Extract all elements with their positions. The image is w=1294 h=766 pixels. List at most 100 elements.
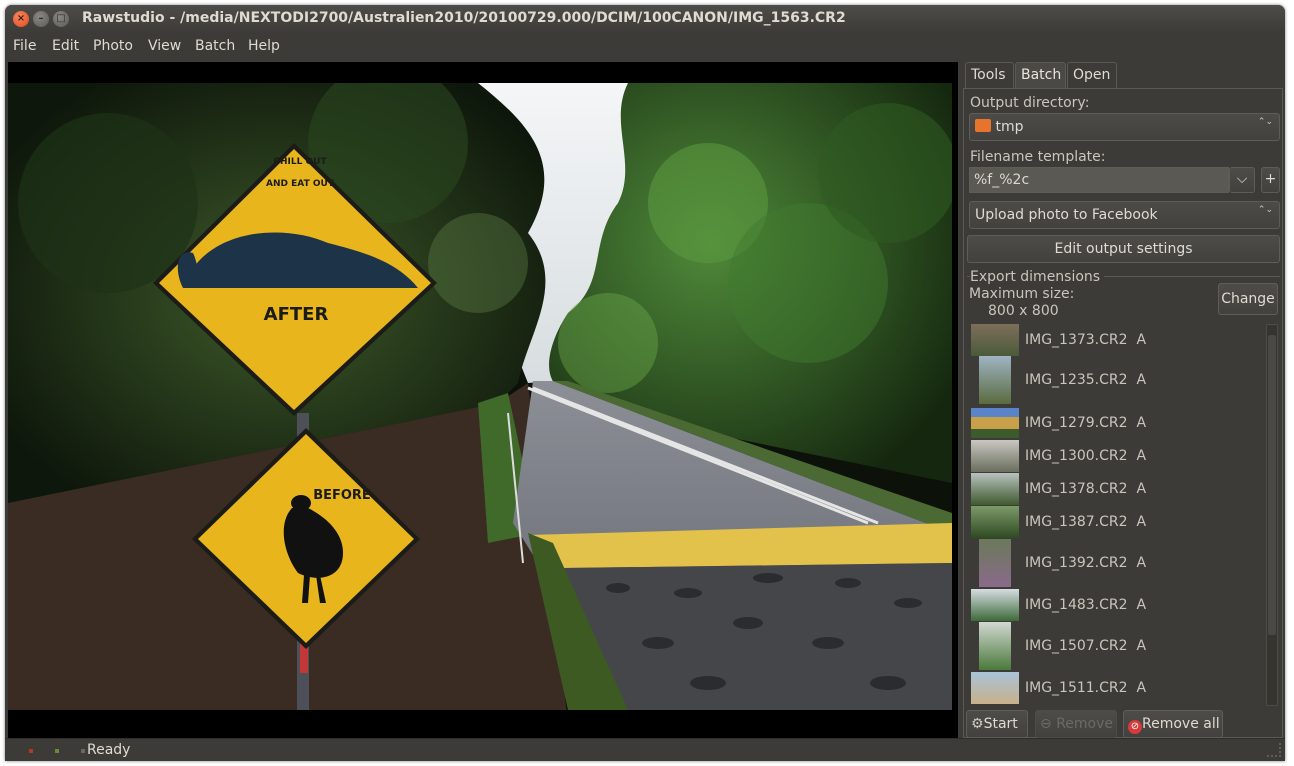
change-size-button[interactable]: Change — [1218, 283, 1278, 315]
status-indicator-icon — [55, 749, 59, 753]
remove-all-button[interactable]: ⊘ Remove all — [1123, 710, 1223, 738]
list-item[interactable]: IMG_1373.CR2 A — [971, 324, 1271, 356]
thumbnail — [979, 356, 1011, 404]
queue-item-label: IMG_1373.CR2 A — [1025, 332, 1146, 348]
status-indicator-icon — [81, 749, 85, 753]
updown-icon: ⌃⌄ — [1257, 117, 1273, 127]
queue-item-name: IMG_1235.CR2 — [1025, 372, 1128, 388]
menu-view[interactable]: View — [148, 38, 181, 54]
status-indicator-icon — [29, 749, 33, 753]
thumbnail — [971, 324, 1019, 356]
menu-edit[interactable]: Edit — [52, 38, 79, 54]
sign-bottom-word: BEFORE — [313, 488, 371, 503]
remove-all-icon: ⊘ — [1128, 720, 1142, 734]
remove-label: Remove — [1056, 716, 1114, 732]
side-panel: Tools Batch Open Output directory: tmp ⌃… — [961, 60, 1285, 740]
close-icon: × — [16, 13, 26, 24]
maximize-window-button[interactable]: □ — [53, 11, 69, 27]
menu-file[interactable]: File — [13, 38, 36, 54]
queue-item-name: IMG_1392.CR2 — [1025, 555, 1128, 571]
updown-icon: ⌃⌄ — [1257, 205, 1273, 215]
sign-top-word: AFTER — [264, 304, 329, 325]
app-window: × – □ Rawstudio - /media/NEXTODI2700/Aus… — [5, 5, 1285, 761]
minimize-icon: – — [38, 13, 44, 24]
list-item[interactable]: IMG_1392.CR2 A — [971, 539, 1271, 587]
close-window-button[interactable]: × — [13, 11, 29, 27]
add-template-button[interactable]: + — [1261, 167, 1280, 193]
queue-item-setting: A — [1136, 638, 1147, 654]
list-item[interactable]: IMG_1511.CR2 A — [971, 672, 1271, 704]
menu-help[interactable]: Help — [248, 38, 280, 54]
thumbnail — [971, 473, 1019, 505]
output-directory-chooser[interactable]: tmp ⌃⌄ — [969, 113, 1280, 141]
tab-batch[interactable]: Batch — [1015, 62, 1066, 88]
thumbnail — [979, 622, 1011, 670]
menu-photo[interactable]: Photo — [93, 38, 133, 54]
remove-all-label: Remove all — [1142, 716, 1220, 732]
window-title: Rawstudio - /media/NEXTODI2700/Australie… — [82, 10, 846, 26]
export-dimensions-label: Export dimensions — [970, 269, 1105, 285]
queue-item-setting: A — [1136, 597, 1147, 613]
upload-target-value: Upload photo to Facebook — [975, 207, 1158, 223]
thumbnail — [971, 589, 1019, 621]
maximum-size-label: Maximum size: — [969, 286, 1075, 302]
image-viewer[interactable]: CHILL OUT AND EAT OUT AFTER BEFORE — [8, 62, 958, 741]
resize-grip-icon[interactable] — [1267, 743, 1281, 757]
queue-item-label: IMG_1378.CR2 A — [1025, 481, 1146, 497]
output-directory-label: Output directory: — [970, 95, 1090, 111]
start-label: Start — [983, 716, 1018, 732]
list-item[interactable]: IMG_1387.CR2 A — [971, 506, 1271, 538]
menu-batch[interactable]: Batch — [195, 38, 235, 54]
queue-item-label: IMG_1507.CR2 A — [1025, 638, 1146, 654]
queue-item-name: IMG_1378.CR2 — [1025, 481, 1128, 497]
queue-item-name: IMG_1373.CR2 — [1025, 332, 1128, 348]
queue-item-name: IMG_1483.CR2 — [1025, 597, 1128, 613]
status-bar: Ready — [5, 738, 1285, 761]
maximum-size-value: 800 x 800 — [988, 303, 1059, 319]
batch-queue-list[interactable]: IMG_1373.CR2 A IMG_1235.CR2 A IMG_1279.C… — [971, 324, 1271, 706]
queue-item-setting: A — [1136, 680, 1147, 696]
queue-item-name: IMG_1279.CR2 — [1025, 415, 1128, 431]
upload-target-select[interactable]: Upload photo to Facebook ⌃⌄ — [969, 201, 1280, 229]
menu-bar: File Edit Photo View Batch Help — [5, 33, 1285, 60]
template-dropdown-button[interactable]: ⌵ — [1229, 167, 1255, 193]
list-item[interactable]: IMG_1235.CR2 A — [971, 356, 1271, 404]
edit-output-settings-button[interactable]: Edit output settings — [967, 235, 1280, 263]
list-item[interactable]: IMG_1378.CR2 A — [971, 473, 1271, 505]
list-item[interactable]: IMG_1279.CR2 A — [971, 406, 1271, 440]
minimize-window-button[interactable]: – — [33, 11, 49, 27]
list-item[interactable]: IMG_1483.CR2 A — [971, 589, 1271, 621]
queue-item-name: IMG_1300.CR2 — [1025, 448, 1128, 464]
scrollbar-thumb[interactable] — [1268, 335, 1276, 635]
queue-item-setting: A — [1136, 481, 1147, 497]
queue-scrollbar[interactable] — [1266, 324, 1278, 706]
thumbnail — [971, 672, 1019, 704]
tab-tools[interactable]: Tools — [965, 62, 1014, 88]
chevron-down-icon: ⌵ — [1236, 171, 1248, 187]
start-button[interactable]: ⚙Start — [966, 710, 1028, 738]
title-bar: × – □ Rawstudio - /media/NEXTODI2700/Aus… — [5, 5, 1285, 33]
list-item[interactable]: IMG_1507.CR2 A — [971, 622, 1271, 670]
queue-item-name: IMG_1387.CR2 — [1025, 514, 1128, 530]
filename-template-input[interactable]: %f_%2c — [969, 167, 1229, 193]
list-item[interactable]: IMG_1300.CR2 A — [971, 440, 1271, 472]
filename-template-label: Filename template: — [970, 149, 1106, 165]
sign-top-line1: CHILL OUT — [273, 157, 327, 167]
queue-item-setting: A — [1136, 555, 1147, 571]
gears-icon: ⚙ — [971, 716, 984, 732]
queue-item-label: IMG_1483.CR2 A — [1025, 597, 1146, 613]
remove-icon: ⊖ — [1040, 716, 1052, 732]
thumbnail — [971, 440, 1019, 472]
queue-item-setting: A — [1136, 448, 1147, 464]
queue-item-name: IMG_1511.CR2 — [1025, 680, 1128, 696]
preview-photo: CHILL OUT AND EAT OUT AFTER BEFORE — [8, 83, 952, 710]
queue-item-label: IMG_1235.CR2 A — [1025, 372, 1146, 388]
tab-open[interactable]: Open — [1067, 62, 1117, 88]
queue-item-label: IMG_1387.CR2 A — [1025, 514, 1146, 530]
queue-item-name: IMG_1507.CR2 — [1025, 638, 1128, 654]
folder-icon — [975, 119, 991, 132]
plus-icon: + — [1264, 171, 1277, 187]
thumbnail — [971, 408, 1019, 438]
remove-button[interactable]: ⊖ Remove — [1035, 710, 1117, 738]
queue-item-setting: A — [1136, 415, 1147, 431]
